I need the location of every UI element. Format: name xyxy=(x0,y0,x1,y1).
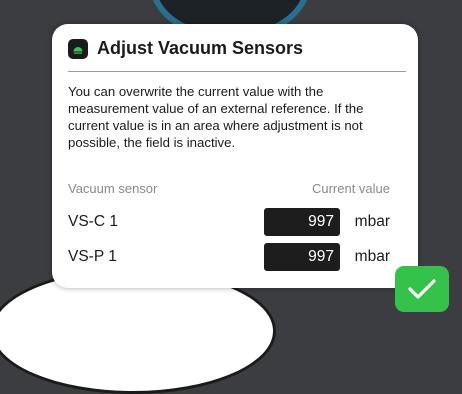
vacuum-gauge-icon xyxy=(68,38,88,59)
adjust-vacuum-sensors-dialog: Adjust Vacuum Sensors You can overwrite … xyxy=(52,24,418,288)
column-header-sensor: Vacuum sensor xyxy=(68,181,158,196)
sensor-value-field[interactable]: 997 xyxy=(264,243,340,271)
unit-label: mbar xyxy=(354,213,390,230)
column-header-value: Current value xyxy=(311,181,390,196)
dialog-title: Adjust Vacuum Sensors xyxy=(97,38,304,58)
dialog-header: Adjust Vacuum Sensors xyxy=(68,38,303,59)
checkmark-icon xyxy=(408,279,436,299)
title-divider xyxy=(68,71,406,72)
unit-label: mbar xyxy=(354,248,390,265)
confirm-button[interactable] xyxy=(395,266,449,312)
sensor-label: VS-P 1 xyxy=(68,248,117,265)
sensor-row-vs-c1: VS-C 1 997 mbar xyxy=(68,208,390,236)
sensor-label: VS-C 1 xyxy=(68,213,118,230)
sensor-value-field[interactable]: 997 xyxy=(264,208,340,236)
dialog-description: You can overwrite the current value with… xyxy=(68,84,364,150)
sensor-row-vs-p1: VS-P 1 997 mbar xyxy=(68,243,390,271)
